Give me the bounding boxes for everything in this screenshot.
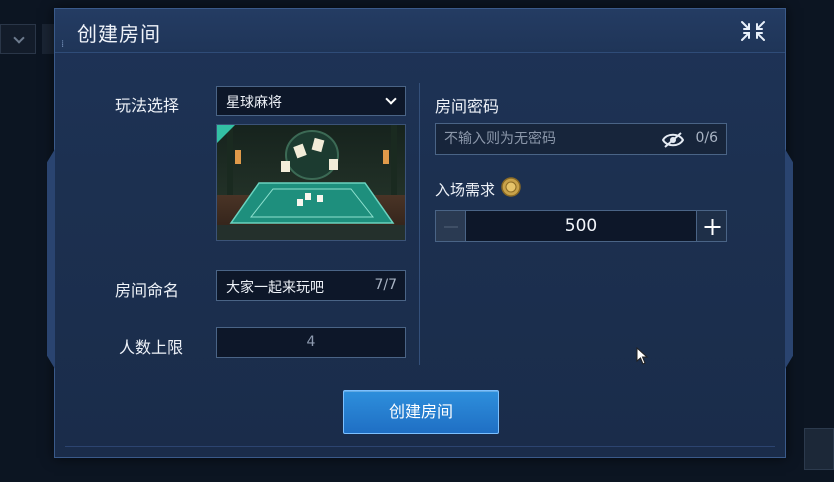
room-name-label: 房间命名 — [115, 281, 180, 300]
dialog-side-tab-right — [785, 149, 793, 369]
mahjong-table-illustration — [217, 125, 405, 240]
entry-stepper: 500 — [435, 210, 727, 242]
mouse-cursor-icon — [636, 347, 649, 365]
entry-label: 入场需求 — [435, 181, 496, 199]
background-button — [804, 428, 834, 470]
decrement-button[interactable] — [435, 210, 466, 242]
dialog-titlebar: ⁞ 创建房间 — [55, 9, 785, 53]
minus-icon — [444, 226, 458, 228]
eye-hidden-icon[interactable] — [661, 131, 685, 149]
player-limit-label: 人数上限 — [119, 338, 184, 357]
mode-selected-value: 星球麻将 — [226, 95, 282, 111]
mode-label: 玩法选择 — [115, 96, 180, 115]
close-button[interactable] — [739, 19, 767, 43]
chevron-down-icon — [385, 93, 397, 105]
room-name-count: 7/7 — [374, 277, 397, 293]
dialog-title: 创建房间 — [77, 22, 161, 46]
password-field[interactable]: 0/6 — [435, 123, 727, 155]
corner-decoration: ⁞ — [61, 39, 65, 50]
player-limit-value: 4 — [306, 334, 316, 350]
gold-coin-icon — [501, 177, 521, 197]
plus-icon — [704, 219, 721, 235]
bottom-divider — [65, 446, 775, 447]
create-room-button[interactable]: 创建房间 — [343, 390, 499, 434]
password-input[interactable] — [444, 129, 654, 149]
eye-slash-icon — [661, 132, 685, 148]
dialog-side-tab-left — [47, 149, 55, 369]
background-dropdown — [0, 24, 36, 54]
password-count: 0/6 — [695, 130, 718, 146]
room-name-input[interactable]: 大家一起来玩吧 7/7 — [216, 270, 406, 301]
chevron-down-icon — [13, 32, 25, 44]
room-name-value: 大家一起来玩吧 — [226, 280, 324, 296]
password-label: 房间密码 — [435, 97, 500, 116]
entry-value[interactable]: 500 — [466, 210, 696, 242]
increment-button[interactable] — [696, 210, 727, 242]
create-room-dialog: ⁞ 创建房间 玩法选择 星球麻将 房间命名 大家一起来玩吧 7/7 人数上限 4… — [47, 8, 793, 458]
mode-dropdown[interactable]: 星球麻将 — [216, 86, 406, 116]
mode-preview-image — [216, 124, 406, 241]
column-divider — [419, 83, 420, 365]
player-limit-field[interactable]: 4 — [216, 327, 406, 358]
collapse-icon — [741, 21, 765, 41]
